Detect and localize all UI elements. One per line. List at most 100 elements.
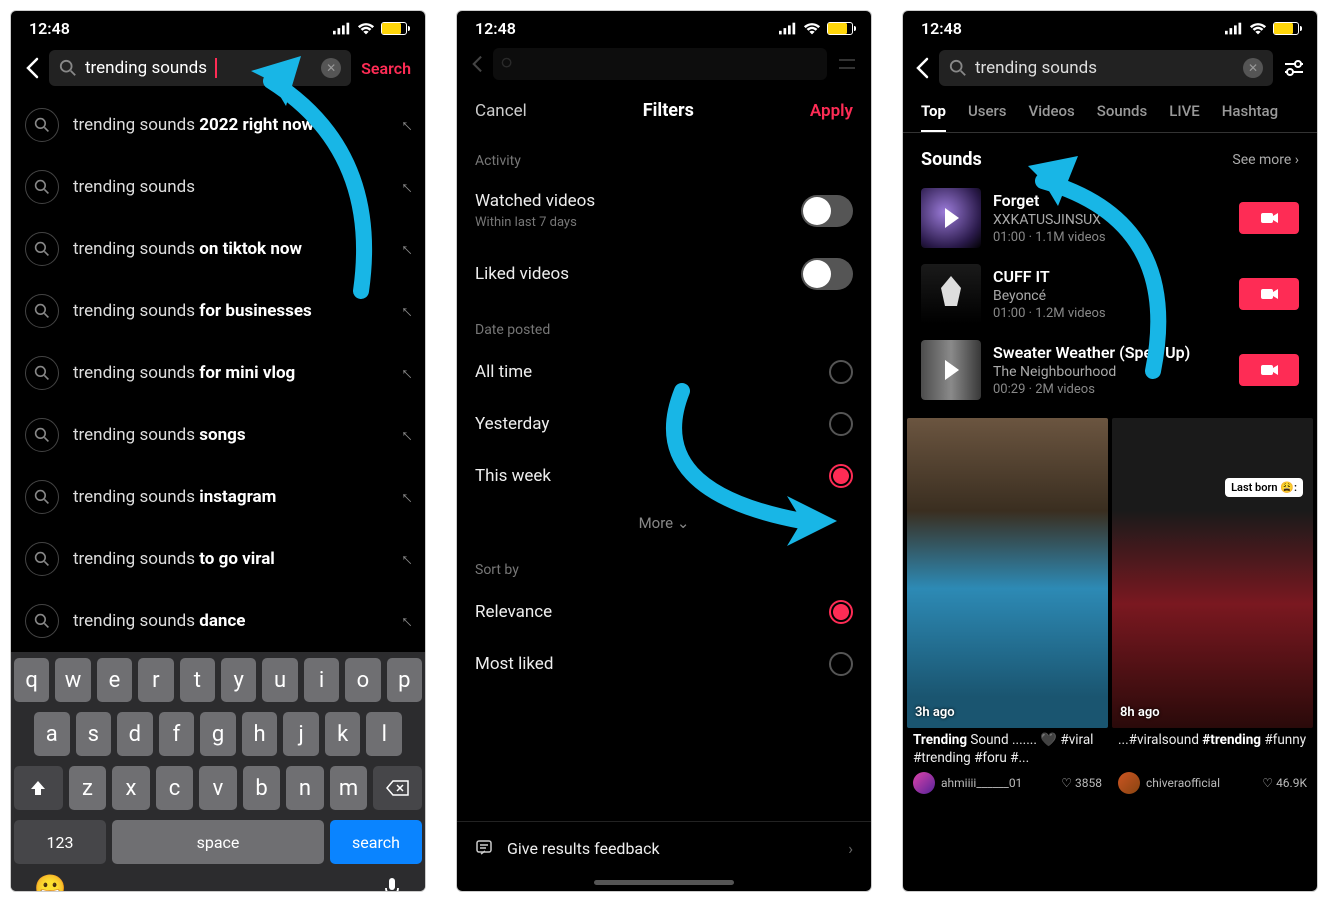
insert-arrow-icon[interactable]: ↑ xyxy=(396,300,417,321)
watched-toggle[interactable] xyxy=(801,195,853,227)
key-e[interactable]: e xyxy=(97,658,132,702)
search-button[interactable]: Search xyxy=(361,59,411,78)
tab-top[interactable]: Top xyxy=(921,102,946,132)
search-input[interactable]: trending sounds ✕ xyxy=(939,50,1273,86)
key-h[interactable]: h xyxy=(242,712,278,756)
suggestion-row[interactable]: trending sounds on tiktok now ↑ xyxy=(25,218,411,280)
tab-videos[interactable]: Videos xyxy=(1029,102,1075,132)
key-g[interactable]: g xyxy=(200,712,236,756)
key-q[interactable]: q xyxy=(14,658,49,702)
liked-videos-row[interactable]: Liked videos xyxy=(457,244,871,304)
key-k[interactable]: k xyxy=(325,712,361,756)
date-all-row[interactable]: All time xyxy=(457,346,871,398)
cancel-button[interactable]: Cancel xyxy=(475,101,527,121)
search-input[interactable]: trending sounds ✕ xyxy=(49,50,351,86)
key-l[interactable]: l xyxy=(366,712,402,756)
key-s[interactable]: s xyxy=(76,712,112,756)
video-card[interactable]: 3h ago Trending Sound ....... 🖤 #viral #… xyxy=(907,418,1108,802)
key-p[interactable]: p xyxy=(387,658,422,702)
avatar[interactable] xyxy=(913,772,935,794)
sound-row[interactable]: CUFF IT Beyoncé 01:00 · 1.2M videos xyxy=(903,256,1317,332)
insert-arrow-icon[interactable]: ↑ xyxy=(396,548,417,569)
clear-button[interactable]: ✕ xyxy=(321,58,341,78)
key-x[interactable]: x xyxy=(112,766,150,810)
mic-key[interactable] xyxy=(382,876,402,892)
suggestion-row[interactable]: trending sounds dance ↑ xyxy=(25,590,411,652)
suggestion-row[interactable]: trending sounds instagram ↑ xyxy=(25,466,411,528)
home-indicator[interactable] xyxy=(594,880,734,885)
watched-videos-row[interactable]: Watched videos Within last 7 days xyxy=(457,177,871,244)
insert-arrow-icon[interactable]: ↑ xyxy=(396,610,417,631)
suggestion-row[interactable]: trending sounds 2022 right now ↑ xyxy=(25,94,411,156)
use-sound-button[interactable] xyxy=(1239,354,1299,386)
key-123[interactable]: 123 xyxy=(14,820,106,864)
insert-arrow-icon[interactable]: ↑ xyxy=(396,114,417,135)
avatar[interactable] xyxy=(1118,772,1140,794)
sound-thumb[interactable] xyxy=(921,264,981,324)
key-c[interactable]: c xyxy=(156,766,194,810)
sort-relevance-row[interactable]: Relevance xyxy=(457,586,871,638)
clear-button[interactable]: ✕ xyxy=(1243,58,1263,78)
tab-live[interactable]: LIVE xyxy=(1169,102,1200,132)
apply-button[interactable]: Apply xyxy=(810,101,853,121)
username[interactable]: ahmiiii______01 xyxy=(941,776,1055,790)
sound-row[interactable]: Sweater Weather (Sped Up) The Neighbourh… xyxy=(903,332,1317,408)
key-z[interactable]: z xyxy=(69,766,107,810)
insert-arrow-icon[interactable]: ↑ xyxy=(396,238,417,259)
more-button[interactable]: More ⌄ xyxy=(457,502,871,544)
username[interactable]: chiveraofficial xyxy=(1146,776,1256,790)
insert-arrow-icon[interactable]: ↑ xyxy=(396,486,417,507)
use-sound-button[interactable] xyxy=(1239,278,1299,310)
video-card[interactable]: Last born 😩: 8h ago ...#viralsound #tren… xyxy=(1112,418,1313,802)
suggestion-row[interactable]: trending sounds for businesses ↑ xyxy=(25,280,411,342)
sort-liked-row[interactable]: Most liked xyxy=(457,638,871,690)
key-r[interactable]: r xyxy=(138,658,173,702)
key-a[interactable]: a xyxy=(34,712,70,756)
emoji-key[interactable]: 😀 xyxy=(34,874,66,892)
sound-thumb[interactable] xyxy=(921,340,981,400)
radio-unselected[interactable] xyxy=(829,360,853,384)
insert-arrow-icon[interactable]: ↑ xyxy=(396,176,417,197)
insert-arrow-icon[interactable]: ↑ xyxy=(396,362,417,383)
key-u[interactable]: u xyxy=(262,658,297,702)
key-b[interactable]: b xyxy=(243,766,281,810)
key-v[interactable]: v xyxy=(199,766,237,810)
key-f[interactable]: f xyxy=(159,712,195,756)
key-w[interactable]: w xyxy=(55,658,90,702)
back-button[interactable] xyxy=(25,57,39,79)
sound-row[interactable]: Forget XXKATUSJINSUX 01:00 · 1.1M videos xyxy=(903,180,1317,256)
tab-sounds[interactable]: Sounds xyxy=(1097,102,1147,132)
radio-unselected[interactable] xyxy=(829,412,853,436)
key-d[interactable]: d xyxy=(117,712,153,756)
key-t[interactable]: t xyxy=(180,658,215,702)
key-m[interactable]: m xyxy=(330,766,368,810)
key-n[interactable]: n xyxy=(286,766,324,810)
filter-icon[interactable] xyxy=(1283,59,1305,77)
sound-thumb[interactable] xyxy=(921,188,981,248)
insert-arrow-icon[interactable]: ↑ xyxy=(396,424,417,445)
liked-toggle[interactable] xyxy=(801,258,853,290)
suggestion-row[interactable]: trending sounds for mini vlog ↑ xyxy=(25,342,411,404)
date-yesterday-row[interactable]: Yesterday xyxy=(457,398,871,450)
key-i[interactable]: i xyxy=(304,658,339,702)
radio-unselected[interactable] xyxy=(829,652,853,676)
key-space[interactable]: space xyxy=(112,820,324,864)
key-o[interactable]: o xyxy=(345,658,380,702)
use-sound-button[interactable] xyxy=(1239,202,1299,234)
see-more-button[interactable]: See more › xyxy=(1232,152,1299,168)
key-y[interactable]: y xyxy=(221,658,256,702)
back-button[interactable] xyxy=(915,57,929,79)
suggestion-row[interactable]: trending sounds ↑ xyxy=(25,156,411,218)
backspace-key[interactable] xyxy=(373,766,422,810)
tab-hashtag[interactable]: Hashtag xyxy=(1222,102,1278,132)
feedback-row[interactable]: Give results feedback › xyxy=(457,821,871,874)
date-week-row[interactable]: This week xyxy=(457,450,871,502)
suggestion-row[interactable]: trending sounds to go viral ↑ xyxy=(25,528,411,590)
radio-selected[interactable] xyxy=(829,464,853,488)
suggestion-row[interactable]: trending sounds songs ↑ xyxy=(25,404,411,466)
shift-key[interactable] xyxy=(14,766,63,810)
key-search[interactable]: search xyxy=(330,820,422,864)
radio-selected[interactable] xyxy=(829,600,853,624)
key-j[interactable]: j xyxy=(283,712,319,756)
tab-users[interactable]: Users xyxy=(968,102,1007,132)
